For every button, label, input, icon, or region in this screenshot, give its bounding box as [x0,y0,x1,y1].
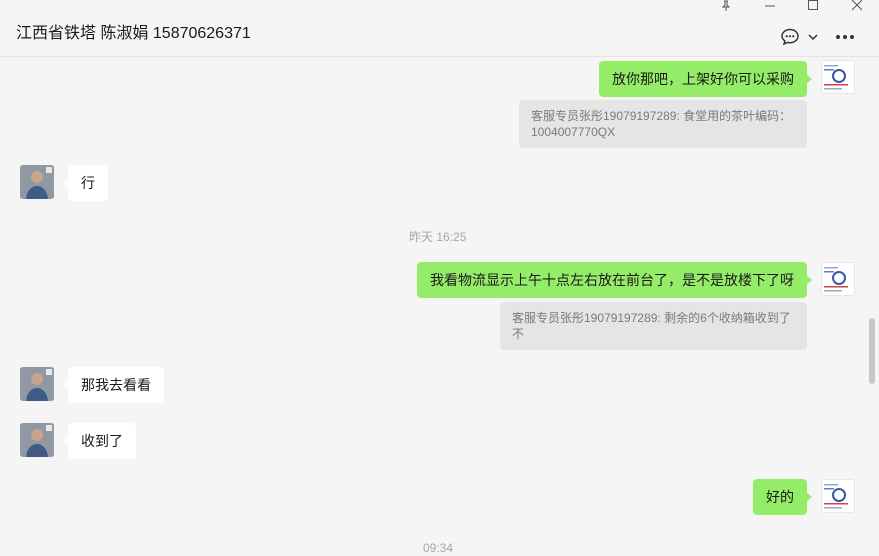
avatar[interactable] [20,423,54,457]
pin-icon[interactable] [712,0,740,12]
scrollbar-thumb[interactable] [869,318,875,384]
avatar[interactable] [821,262,855,296]
message-list[interactable]: 放你那吧，上架好你可以采购 客服专员张彤19079197289: 食堂用的茶叶编… [0,57,879,556]
chat-header: 江西省铁塔 陈淑娟 15870626371 [0,0,879,57]
avatar[interactable] [20,165,54,199]
message-bubble-self[interactable]: 好的 [753,479,812,515]
quoted-message[interactable]: 客服专员张彤19079197289: 剩余的6个收纳箱收到了不 [500,302,807,350]
chat-title: 江西省铁塔 陈淑娟 15870626371 [16,25,251,42]
message-bubble-contact[interactable]: 行 [63,165,108,201]
minimize-icon[interactable] [756,0,784,12]
close-icon[interactable] [843,0,871,12]
message-bubble-self[interactable]: 放你那吧，上架好你可以采购 [599,61,812,97]
timestamp: 09:34 [423,541,454,555]
message-bubble-contact[interactable]: 收到了 [63,423,136,459]
maximize-icon[interactable] [799,0,827,12]
quoted-message[interactable]: 客服专员张彤19079197289: 食堂用的茶叶编码：1004007770QX [519,100,807,148]
avatar[interactable] [821,479,855,513]
more-icon[interactable] [833,26,857,48]
avatar[interactable] [821,60,855,94]
avatar[interactable] [20,367,54,401]
chat-bubble-icon[interactable] [778,26,802,48]
timestamp: 昨天 16:25 [409,230,467,244]
chevron-down-icon[interactable] [806,26,820,48]
message-bubble-contact[interactable]: 那我去看看 [63,367,164,403]
message-bubble-self[interactable]: 我看物流显示上午十点左右放在前台了，是不是放楼下了呀 [417,262,812,298]
